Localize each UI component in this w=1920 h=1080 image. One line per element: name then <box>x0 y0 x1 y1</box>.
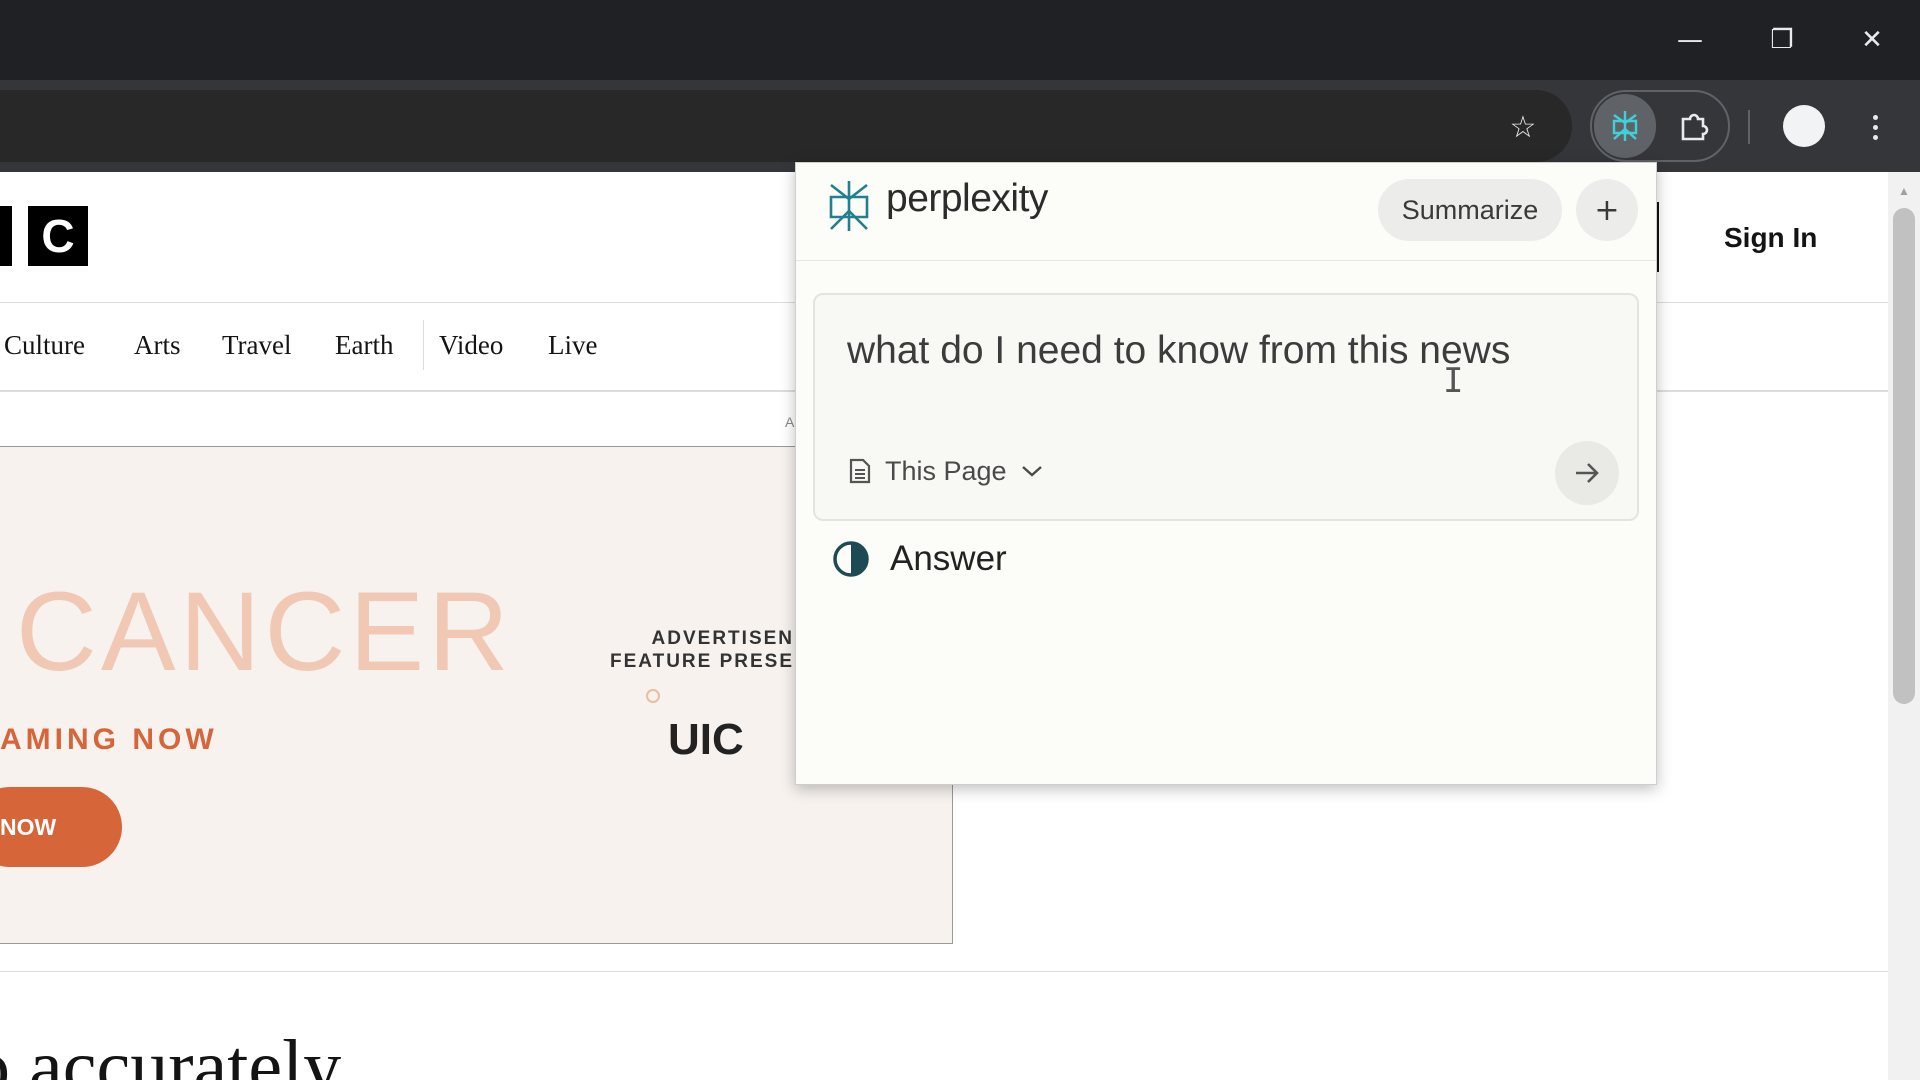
ad-feature-line2: FEATURE PRESE <box>610 651 795 672</box>
site-logo-block[interactable] <box>0 206 12 266</box>
answer-label: Answer <box>890 539 1007 578</box>
ad-decoration-dot <box>646 689 660 703</box>
arrow-right-icon <box>1576 463 1599 483</box>
address-bar[interactable] <box>0 90 1572 162</box>
nav-item-video[interactable]: Video <box>439 330 503 361</box>
profile-avatar[interactable] <box>1783 105 1825 147</box>
scrollbar-thumb[interactable] <box>1893 208 1915 704</box>
document-icon <box>849 458 871 484</box>
sign-in-link[interactable]: Sign In <box>1724 222 1817 254</box>
puzzle-icon <box>1681 113 1709 141</box>
restore-button[interactable]: ❐ <box>1762 20 1802 60</box>
text-cursor-icon: I <box>1443 361 1464 401</box>
summarize-button[interactable]: Summarize <box>1378 179 1562 241</box>
site-logo[interactable]: C <box>28 206 88 266</box>
perplexity-brand: perplexity <box>886 177 1048 220</box>
ad-watch-button[interactable]: NOW <box>0 787 122 867</box>
nav-item-live[interactable]: Live <box>548 330 597 361</box>
nav-item-earth[interactable]: Earth <box>335 330 393 361</box>
nav-item-culture[interactable]: Culture <box>4 330 85 361</box>
browser-toolbar: ☆ <box>0 80 1920 172</box>
article-headline[interactable]: o accurately <box>0 1024 341 1080</box>
perplexity-extension-button[interactable] <box>1594 94 1656 158</box>
window-titlebar: — ❐ ✕ <box>0 0 1920 80</box>
browser-menu-icon[interactable] <box>1860 104 1890 150</box>
half-circle-icon <box>833 541 869 577</box>
perplexity-popup: perplexity Summarize + what do I need to… <box>795 162 1657 785</box>
submit-button[interactable] <box>1555 441 1619 505</box>
extensions-puzzle-icon[interactable] <box>1668 100 1720 152</box>
query-input[interactable]: what do I need to know from this news <box>847 329 1510 373</box>
page-scrollbar[interactable]: ▲ <box>1888 172 1920 1080</box>
close-button[interactable]: ✕ <box>1852 20 1892 60</box>
ad-title: CANCER <box>16 569 513 694</box>
scope-dropdown[interactable]: This Page <box>849 451 1043 491</box>
query-input-box[interactable]: what do I need to know from this news I … <box>813 293 1639 521</box>
nav-item-travel[interactable]: Travel <box>222 330 292 361</box>
ad-feature-line1: ADVERTISEN <box>651 628 795 649</box>
perplexity-icon <box>1612 111 1638 141</box>
scope-label: This Page <box>885 455 1007 486</box>
scroll-up-icon[interactable]: ▲ <box>1888 184 1920 198</box>
new-thread-button[interactable]: + <box>1576 179 1638 241</box>
ad-label: A <box>785 414 795 430</box>
nav-separator <box>423 320 424 370</box>
ad-streaming-text: AMING NOW <box>0 723 218 756</box>
toolbar-separator <box>1748 110 1750 144</box>
answer-header: Answer <box>832 539 1007 579</box>
chevron-down-icon <box>1021 466 1042 477</box>
popup-divider <box>796 260 1656 261</box>
ad-feature-text: ADVERTISEN FEATURE PRESE <box>610 627 794 673</box>
bookmark-star-icon[interactable]: ☆ <box>1500 104 1546 150</box>
perplexity-logo-icon <box>829 181 869 231</box>
nav-item-arts[interactable]: Arts <box>134 330 181 361</box>
content-divider <box>0 971 1888 972</box>
minimize-button[interactable]: — <box>1670 20 1710 60</box>
ad-brand-logo: UIC <box>668 715 744 764</box>
